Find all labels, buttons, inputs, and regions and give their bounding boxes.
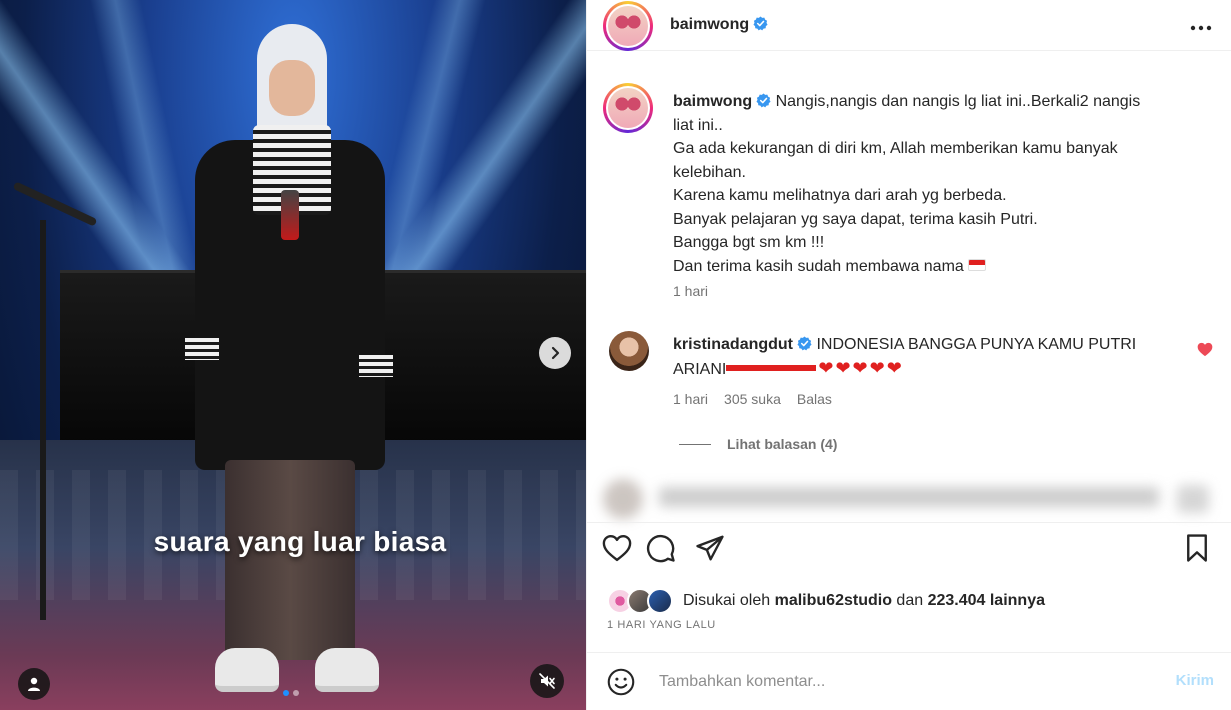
performer-shoe bbox=[215, 648, 279, 692]
save-bookmark-icon[interactable] bbox=[1181, 532, 1213, 564]
caption-line: kelebihan. bbox=[673, 163, 746, 181]
post-date[interactable]: 1 HARI YANG LALU bbox=[607, 619, 716, 631]
liker-avatar bbox=[647, 588, 673, 614]
performer-pants bbox=[225, 460, 355, 660]
caption-line: baimwong Nangis,nangis dan nangis lg lia… bbox=[673, 90, 1193, 114]
caption-username[interactable]: baimwong bbox=[673, 93, 752, 110]
carousel-dot bbox=[293, 690, 299, 696]
replies-line bbox=[679, 443, 711, 445]
heart-emoji-icon: ❤ bbox=[818, 357, 834, 378]
performer-shoe bbox=[315, 648, 379, 692]
more-options-icon[interactable] bbox=[1190, 14, 1212, 37]
mic-pole bbox=[40, 220, 46, 620]
comment-text: ARIANI bbox=[673, 360, 727, 378]
caption-line: liat ini.. bbox=[673, 116, 723, 134]
avatar-image bbox=[608, 88, 648, 128]
caption-text: Nangis,nangis dan nangis lg liat ini..Be… bbox=[775, 93, 1141, 110]
commenter-username[interactable]: kristinadangdut bbox=[673, 336, 793, 353]
performer-face bbox=[269, 60, 315, 116]
caption-line: Ga ada kekurangan di diri km, Allah memb… bbox=[673, 140, 1118, 157]
likes-connector: dan bbox=[896, 592, 924, 609]
like-icon[interactable] bbox=[601, 532, 633, 564]
author-username[interactable]: baimwong bbox=[670, 16, 768, 34]
heart-emoji-icon: ❤ bbox=[886, 357, 902, 378]
performer bbox=[185, 20, 395, 700]
avatar-border bbox=[606, 4, 650, 48]
post-caption: baimwong Nangis,nangis dan nangis lg lia… bbox=[673, 90, 1193, 278]
post-details-panel: baimwong baimwong Nangis,nangis dan nang… bbox=[586, 0, 1231, 710]
comment-like-icon[interactable] bbox=[1197, 342, 1213, 362]
caption-line: Karena kamu melihatnya dari arah yg berb… bbox=[673, 187, 1007, 204]
performer-sleeve bbox=[359, 355, 393, 377]
blurred-comment bbox=[597, 475, 1227, 521]
next-media-button[interactable] bbox=[539, 337, 571, 369]
avatar-border bbox=[606, 86, 650, 130]
comment-input[interactable] bbox=[659, 670, 1139, 694]
speaker-muted-icon bbox=[539, 673, 555, 689]
author-avatar[interactable] bbox=[603, 1, 653, 51]
commenter-avatar[interactable] bbox=[609, 331, 649, 371]
user-icon bbox=[28, 677, 40, 691]
likes-summary: Disukai oleh malibu62studio dan 223.404 … bbox=[607, 588, 1045, 614]
blurred-text bbox=[659, 487, 1159, 507]
performer-sleeve bbox=[185, 338, 219, 360]
divider bbox=[587, 522, 1231, 523]
comment-meta: 1 hari 305 suka Balas bbox=[673, 391, 832, 407]
view-replies-button[interactable]: Lihat balasan (4) bbox=[679, 436, 837, 452]
heart-emoji-icon: ❤ bbox=[835, 357, 851, 378]
comment-text: INDONESIA BANGGA PUNYA KAMU PUTRI bbox=[816, 336, 1137, 353]
verified-badge-icon bbox=[756, 93, 771, 108]
caption-line: Banyak pelajaran yg saya dapat, terima k… bbox=[673, 210, 1038, 228]
liker-username[interactable]: malibu62studio bbox=[775, 592, 892, 610]
comment-timestamp[interactable]: 1 hari bbox=[673, 391, 708, 407]
blurred-icon bbox=[1177, 485, 1209, 513]
carousel-dot bbox=[283, 690, 289, 696]
flag-emoji-strip bbox=[726, 364, 817, 371]
post-actions bbox=[587, 528, 1231, 568]
post-media[interactable]: suara yang luar biasa bbox=[0, 0, 586, 710]
caption-text: Dan terima kasih sudah membawa nama bbox=[673, 257, 964, 275]
username-text[interactable]: baimwong bbox=[670, 16, 749, 33]
blurred-avatar bbox=[603, 479, 643, 519]
heart-emoji-icon: ❤ bbox=[869, 357, 885, 378]
caption-author-avatar[interactable] bbox=[603, 83, 653, 133]
carousel-indicator bbox=[283, 690, 299, 696]
avatar-image bbox=[608, 6, 648, 46]
chevron-right-icon bbox=[551, 346, 560, 360]
heart-emoji-icon: ❤ bbox=[852, 357, 868, 378]
tagged-users-button[interactable] bbox=[18, 668, 50, 700]
post-comment-button[interactable]: Kirim bbox=[1176, 672, 1214, 689]
verified-badge-icon bbox=[797, 336, 812, 351]
mute-toggle-button[interactable] bbox=[530, 664, 564, 698]
instagram-post-view: suara yang luar biasa baimwong baimwong … bbox=[0, 0, 1231, 710]
video-caption-overlay: suara yang luar biasa bbox=[153, 526, 447, 557]
caption-line: Dan terima kasih sudah membawa nama bbox=[673, 255, 1193, 279]
comment-like-count[interactable]: 305 suka bbox=[724, 391, 781, 407]
caption-timestamp[interactable]: 1 hari bbox=[673, 283, 708, 299]
emoji-icon[interactable] bbox=[607, 668, 635, 696]
caption-line: Bangga bgt sm km !!! bbox=[673, 234, 825, 251]
verified-badge-icon bbox=[753, 16, 768, 31]
likes-count[interactable]: 223.404 lainnya bbox=[928, 592, 1045, 610]
post-header: baimwong bbox=[587, 0, 1231, 51]
comment: kristinadangdut INDONESIA BANGGA PUNYA K… bbox=[673, 333, 1173, 381]
likes-prefix: Disukai oleh bbox=[683, 592, 771, 609]
comment-reply-button[interactable]: Balas bbox=[797, 391, 832, 407]
comment-icon[interactable] bbox=[645, 532, 677, 564]
performer-pendant bbox=[281, 190, 299, 240]
share-icon[interactable] bbox=[694, 532, 726, 564]
liker-avatars[interactable] bbox=[607, 588, 677, 614]
indonesia-flag-icon bbox=[967, 258, 986, 271]
view-replies-label: Lihat balasan (4) bbox=[727, 436, 838, 452]
add-comment-bar: Kirim bbox=[587, 653, 1231, 710]
